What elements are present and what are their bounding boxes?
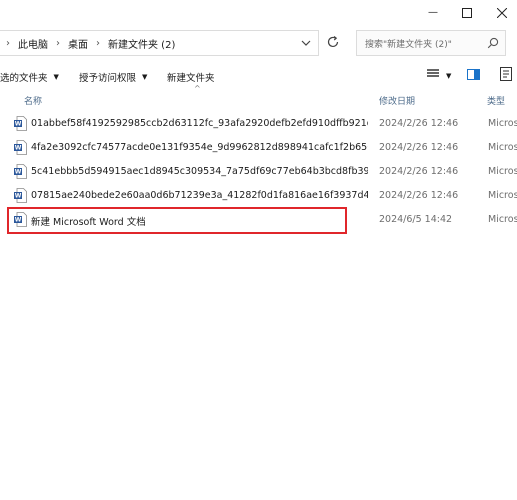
- column-header-name[interactable]: 名称: [24, 94, 42, 107]
- chevron-right-icon: ›: [96, 37, 100, 49]
- search-icon: [487, 37, 499, 52]
- file-type: Micros: [488, 118, 517, 129]
- list-item[interactable]: W 07815ae240bede2e60aa0d6b71239e3a_41282…: [0, 184, 517, 208]
- file-modified: 2024/2/26 12:46: [379, 118, 459, 129]
- breadcrumb-item-desktop[interactable]: 桌面: [68, 36, 88, 51]
- refresh-button[interactable]: [326, 34, 344, 52]
- minimize-icon: —: [428, 6, 438, 18]
- file-name: 5c41ebbb5d594915aec1d8945c309534_7a75df6…: [31, 166, 368, 177]
- preview-pane-button[interactable]: [500, 67, 512, 84]
- view-options-button[interactable]: ▼: [427, 69, 451, 82]
- maximize-button[interactable]: [449, 0, 485, 24]
- breadcrumb-item-current-folder[interactable]: 新建文件夹 (2): [108, 36, 175, 51]
- column-header-type[interactable]: 类型: [487, 94, 505, 107]
- highlight-box: [7, 207, 347, 234]
- grant-access-button[interactable]: 授予访问权限 ▼: [79, 70, 147, 84]
- file-type: Micros: [488, 190, 517, 201]
- title-bar: —: [0, 0, 517, 26]
- list-item[interactable]: W 4fa2e3092cfc74577acde0e131f9354e_9d996…: [0, 136, 517, 160]
- new-folder-button[interactable]: 新建文件夹: [167, 70, 215, 84]
- svg-text:W: W: [15, 145, 22, 152]
- chevron-down-icon[interactable]: [300, 37, 312, 52]
- caret-down-icon: ▼: [53, 73, 59, 81]
- breadcrumb[interactable]: › 此电脑 › 桌面 › 新建文件夹 (2): [0, 30, 319, 56]
- column-header-modified[interactable]: 修改日期: [379, 94, 415, 107]
- file-name: 4fa2e3092cfc74577acde0e131f9354e_9d99628…: [31, 142, 368, 153]
- file-modified: 2024/6/5 14:42: [379, 214, 453, 225]
- file-modified: 2024/2/26 12:46: [379, 166, 459, 177]
- file-modified: 2024/2/26 12:46: [379, 190, 459, 201]
- file-name: 07815ae240bede2e60aa0d6b71239e3a_41282f0…: [31, 190, 368, 201]
- chevron-right-icon: ›: [6, 37, 10, 49]
- list-view-icon: [427, 69, 439, 82]
- address-row: › 此电脑 › 桌面 › 新建文件夹 (2) 搜索"新建文件夹 (2)": [0, 30, 517, 58]
- file-type: Micros: [488, 214, 517, 225]
- file-type: Micros: [488, 166, 517, 177]
- refresh-icon: [326, 34, 340, 53]
- column-header-row: ^ 名称 修改日期 类型: [0, 84, 517, 110]
- select-button[interactable]: 选的文件夹 ▼: [0, 70, 59, 84]
- close-icon: [496, 3, 508, 22]
- new-folder-label: 新建文件夹: [167, 73, 215, 84]
- details-pane-button[interactable]: [467, 69, 480, 83]
- word-document-icon: W: [14, 116, 27, 134]
- search-placeholder: 搜索"新建文件夹 (2)": [365, 39, 452, 50]
- file-modified: 2024/2/26 12:46: [379, 142, 459, 153]
- grant-access-label: 授予访问权限: [79, 73, 137, 84]
- svg-text:W: W: [15, 169, 22, 176]
- breadcrumb-item-this-pc[interactable]: 此电脑: [18, 36, 48, 51]
- svg-text:W: W: [15, 121, 22, 128]
- word-document-icon: W: [14, 140, 27, 158]
- word-document-icon: W: [14, 164, 27, 182]
- caret-down-icon: ▼: [142, 73, 148, 81]
- details-pane-icon: [467, 69, 480, 83]
- chevron-right-icon: ›: [56, 37, 60, 49]
- file-name: 01abbef58f4192592985ccb2d63112fc_93afa29…: [31, 118, 368, 129]
- search-input[interactable]: 搜索"新建文件夹 (2)": [356, 30, 506, 56]
- list-item[interactable]: W 5c41ebbb5d594915aec1d8945c309534_7a75d…: [0, 160, 517, 184]
- list-item[interactable]: W 01abbef58f4192592985ccb2d63112fc_93afa…: [0, 112, 517, 136]
- sort-up-icon: ^: [194, 84, 201, 93]
- close-button[interactable]: [484, 0, 517, 24]
- preview-pane-icon: [500, 67, 512, 84]
- file-type: Micros: [488, 142, 517, 153]
- minimize-button[interactable]: —: [415, 0, 451, 24]
- select-label: 选的文件夹: [0, 73, 48, 84]
- maximize-icon: [462, 3, 472, 22]
- word-document-icon: W: [14, 188, 27, 206]
- caret-down-icon: ▼: [446, 71, 452, 80]
- svg-text:W: W: [15, 193, 22, 200]
- command-bar: 选的文件夹 ▼ 授予访问权限 ▼ 新建文件夹 ▼: [0, 64, 517, 90]
